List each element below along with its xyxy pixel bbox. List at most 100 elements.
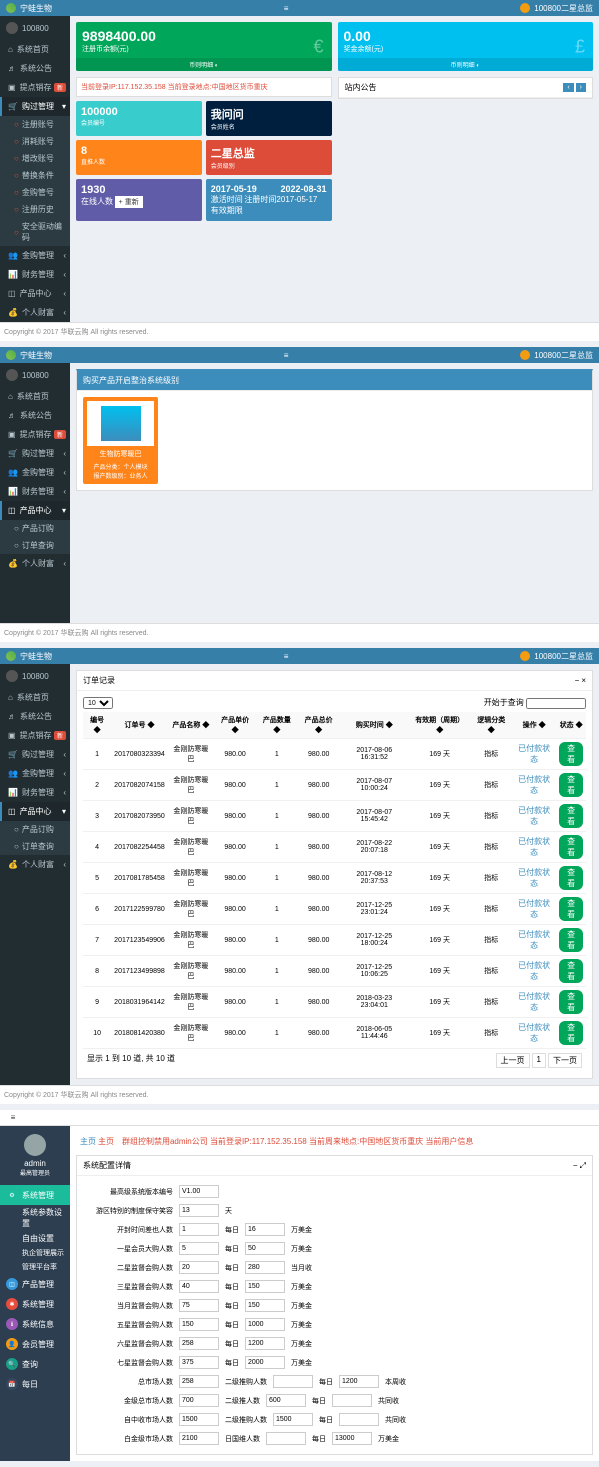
avatar[interactable]: [520, 350, 530, 360]
field-input[interactable]: [179, 1280, 219, 1293]
prev-button[interactable]: ‹: [563, 83, 573, 92]
field-input[interactable]: [273, 1413, 313, 1426]
view-link[interactable]: 已付款状态: [518, 992, 550, 1012]
sub-goldmgr[interactable]: ○金购管号: [0, 184, 70, 201]
user-role[interactable]: 100800二星总监: [534, 3, 593, 14]
sidebar-item-product[interactable]: ◫产品中心‹: [0, 284, 70, 303]
sub-modify[interactable]: ○增改账号: [0, 150, 70, 167]
field-input[interactable]: [245, 1337, 285, 1350]
view-link[interactable]: 已付款状态: [518, 899, 550, 919]
sidebar-item-home[interactable]: ⌂系统首页: [0, 40, 70, 59]
field-input[interactable]: [179, 1299, 219, 1312]
sub-register[interactable]: ○注册账号: [0, 116, 70, 133]
col-header[interactable]: 产品名称 ◆: [168, 712, 214, 739]
sidebar-item-ext[interactable]: ▣提点销存新: [0, 425, 70, 444]
col-header[interactable]: 产品总价 ◆: [298, 712, 340, 739]
field-input[interactable]: [179, 1185, 219, 1198]
field-input[interactable]: [245, 1299, 285, 1312]
col-header[interactable]: 产品单价 ◆: [214, 712, 256, 739]
sidebar-item-wealth[interactable]: 💰个人财富‹: [0, 855, 70, 874]
minimize-icon[interactable]: −: [575, 676, 580, 685]
admin-menu-sys2[interactable]: ✱系统管理: [0, 1294, 70, 1314]
sidebar-item-notice[interactable]: ♬系统公告: [0, 406, 70, 425]
view-link[interactable]: 已付款状态: [518, 744, 550, 764]
sidebar-item-wealth[interactable]: 💰个人财富‹: [0, 303, 70, 322]
avatar[interactable]: [520, 651, 530, 661]
sidebar-item-finance[interactable]: 📊财务管理‹: [0, 783, 70, 802]
sidebar-item-product[interactable]: ◫产品中心▾: [0, 802, 70, 821]
admin-sub-free[interactable]: 自由设置: [0, 1231, 70, 1246]
refresh-button[interactable]: + 重新: [115, 196, 143, 208]
field-input[interactable]: [273, 1375, 313, 1388]
product-card[interactable]: 生物防寒暖巴 产品分类：个人模块 报产数级别：业务人: [83, 397, 158, 484]
minimize-icon[interactable]: −: [573, 1161, 578, 1171]
admin-menu-member[interactable]: 👤会员管理: [0, 1334, 70, 1354]
field-input[interactable]: [245, 1261, 285, 1274]
col-header[interactable]: 状态 ◆: [556, 712, 586, 739]
admin-sub-3[interactable]: 执企管理展示: [0, 1246, 70, 1260]
sidebar-item-finance[interactable]: 📊财务管理‹: [0, 265, 70, 284]
col-header[interactable]: 编号 ◆: [83, 712, 111, 739]
field-input[interactable]: [245, 1242, 285, 1255]
field-input[interactable]: [179, 1337, 219, 1350]
admin-sub-4[interactable]: 管理平台率: [0, 1260, 70, 1274]
field-input[interactable]: [266, 1394, 306, 1407]
sidebar-item-gold[interactable]: 👥金购管理‹: [0, 463, 70, 482]
col-header[interactable]: 产品数量 ◆: [256, 712, 297, 739]
sub-security[interactable]: ○安全驱动编码: [0, 218, 70, 246]
breadcrumb-home[interactable]: 主页: [80, 1137, 96, 1146]
pager-next[interactable]: 下一页: [548, 1053, 582, 1068]
sidebar-item-gold[interactable]: 👥金购管理‹: [0, 246, 70, 265]
col-header[interactable]: 有效期（周期） ◆: [409, 712, 471, 739]
field-input[interactable]: [179, 1223, 219, 1236]
avatar[interactable]: [520, 3, 530, 13]
field-input[interactable]: [179, 1204, 219, 1217]
admin-sub-params[interactable]: 系统参数设置: [0, 1205, 70, 1231]
next-button[interactable]: ›: [576, 83, 586, 92]
field-input[interactable]: [245, 1280, 285, 1293]
bonus-detail-link[interactable]: 币则明细 ◐: [338, 58, 594, 71]
field-input[interactable]: [245, 1223, 285, 1236]
sidebar-item-product[interactable]: ◫产品中心▾: [0, 501, 70, 520]
pager-page[interactable]: 1: [532, 1053, 546, 1068]
sub-order[interactable]: ○产品订购: [0, 520, 70, 537]
view-link[interactable]: 已付款状态: [518, 930, 550, 950]
view-link[interactable]: 已付款状态: [518, 775, 550, 795]
field-input[interactable]: [332, 1432, 372, 1445]
col-header[interactable]: 订单号 ◆: [111, 712, 168, 739]
admin-menu-system[interactable]: ⚙系统管理: [0, 1185, 70, 1205]
admin-menu-query[interactable]: 🔍查询: [0, 1354, 70, 1374]
view-link[interactable]: 已付款状态: [518, 961, 550, 981]
page-size-select[interactable]: 10: [83, 697, 113, 709]
field-input[interactable]: [179, 1318, 219, 1331]
sidebar-item-buy[interactable]: 🛒购过管理‹: [0, 745, 70, 764]
sub-replace[interactable]: ○替换条件: [0, 167, 70, 184]
sidebar-item-home[interactable]: ⌂系统首页: [0, 387, 70, 406]
view-link[interactable]: 已付款状态: [518, 868, 550, 888]
balance-detail-link[interactable]: 币则明细 ◐: [76, 58, 332, 71]
sub-consume[interactable]: ○消耗账号: [0, 133, 70, 150]
menu-toggle-icon[interactable]: ≡: [279, 4, 293, 13]
field-input[interactable]: [179, 1375, 219, 1388]
admin-menu-daily[interactable]: 📅每日: [0, 1374, 70, 1394]
sidebar-item-ext[interactable]: ▣提点销存新: [0, 78, 70, 97]
sidebar-item-buy[interactable]: 🛒购过管理▾: [0, 97, 70, 116]
sub-history[interactable]: ○注册历史: [0, 201, 70, 218]
sub-query[interactable]: ○订单查询: [0, 537, 70, 554]
admin-menu-info[interactable]: ℹ系统信息: [0, 1314, 70, 1334]
field-input[interactable]: [179, 1261, 219, 1274]
admin-menu-product[interactable]: ◫产品管理: [0, 1274, 70, 1294]
field-input[interactable]: [245, 1356, 285, 1369]
menu-toggle-icon[interactable]: ≡: [6, 1113, 20, 1122]
view-link[interactable]: 已付款状态: [518, 837, 550, 857]
view-link[interactable]: 已付款状态: [518, 1023, 550, 1043]
search-input[interactable]: [526, 698, 586, 709]
col-header[interactable]: 逻辑分类 ◆: [471, 712, 512, 739]
field-input[interactable]: [179, 1432, 219, 1445]
field-input[interactable]: [245, 1318, 285, 1331]
close-icon[interactable]: ×: [581, 676, 586, 685]
sub-order[interactable]: ○产品订购: [0, 821, 70, 838]
sidebar-item-ext[interactable]: ▣提点销存新: [0, 726, 70, 745]
field-input[interactable]: [179, 1356, 219, 1369]
sidebar-item-notice[interactable]: ♬系统公告: [0, 707, 70, 726]
